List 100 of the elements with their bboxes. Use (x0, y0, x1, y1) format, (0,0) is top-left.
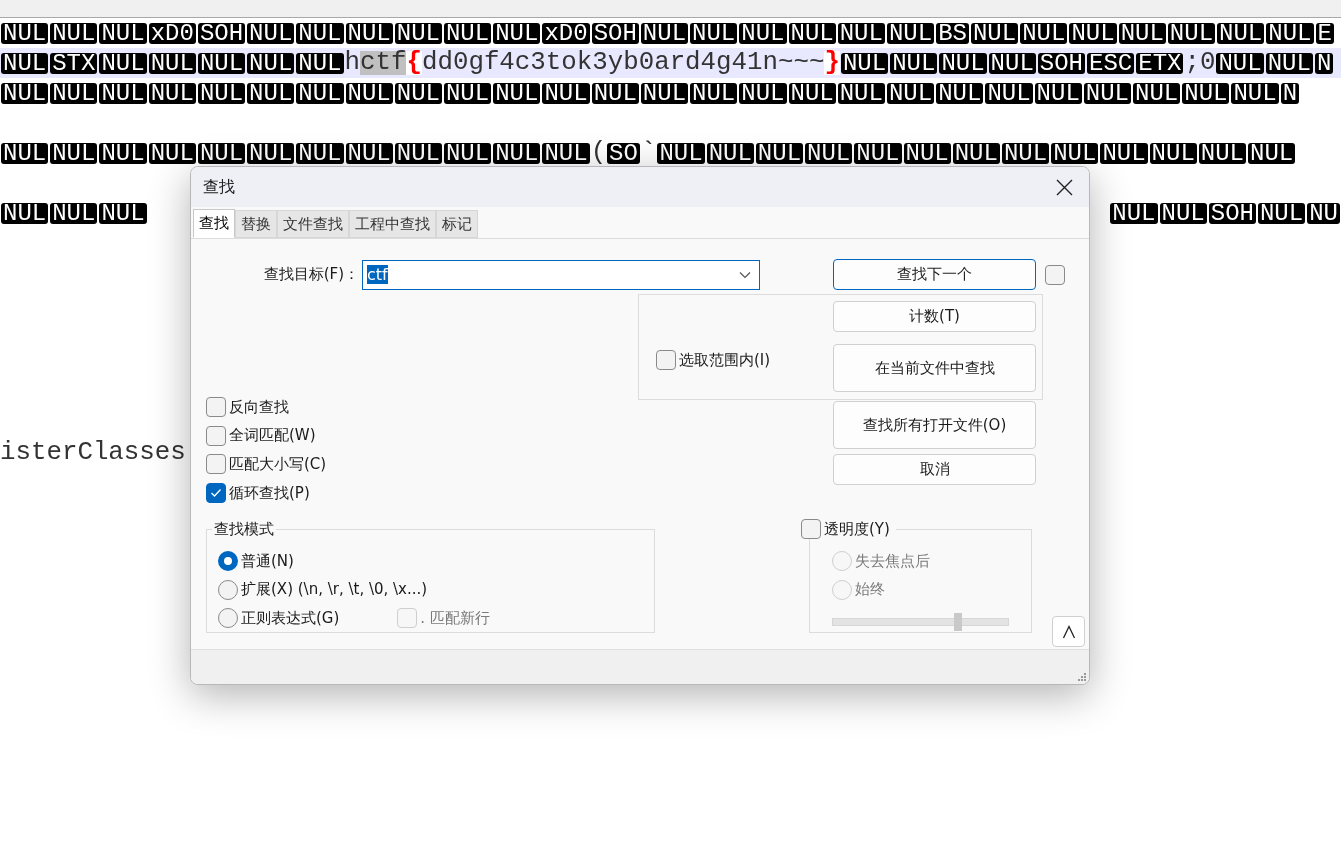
control-char: NUL (1159, 202, 1207, 224)
code-text: ( (590, 141, 607, 165)
checkbox[interactable] (801, 519, 821, 540)
control-char: NUL (345, 142, 393, 164)
control-char: NUL (443, 22, 492, 44)
control-char: NUL (657, 142, 705, 164)
control-char: N (1280, 82, 1300, 104)
control-char: NUL (296, 52, 344, 74)
tab[interactable]: 工程中查找 (349, 210, 436, 238)
radio-button[interactable] (218, 608, 238, 629)
radio-label[interactable]: 普通(N) (241, 551, 294, 571)
chevron-down-icon[interactable] (739, 270, 751, 279)
checkbox[interactable] (656, 350, 676, 370)
checkbox[interactable] (1045, 264, 1065, 285)
search-match: ctf (360, 51, 407, 75)
find-in-current-button[interactable]: 在当前文件中查找 (833, 344, 1036, 392)
resize-grip-icon[interactable] (1077, 672, 1087, 682)
control-char: ESC (1087, 52, 1135, 74)
checkbox-label[interactable]: 选取范围内(I) (679, 350, 771, 370)
control-char: NUL (1198, 142, 1247, 164)
control-char: NUL (1, 82, 49, 104)
checkbox[interactable] (206, 454, 226, 475)
tab[interactable]: 替换 (235, 210, 277, 238)
control-char: NUL (886, 22, 935, 44)
control-char: NUL (591, 82, 639, 104)
radio-label[interactable]: 扩展(X) (\n, \r, \t, \0, \x...) (241, 580, 428, 600)
checkbox[interactable] (206, 483, 226, 504)
code-text: dd0gf4c3tok3yb0ard4g41n~~~ (421, 51, 825, 75)
control-char: NUL (50, 142, 98, 164)
slider-thumb[interactable] (953, 613, 962, 632)
control-char: NUL (99, 22, 147, 44)
control-char: NUL (739, 82, 787, 104)
count-button[interactable]: 计数(T) (833, 301, 1036, 332)
radio-label[interactable]: 正则表达式(G) (241, 608, 340, 628)
control-char: NUL (788, 82, 836, 104)
control-char: NUL (1167, 22, 1216, 44)
control-char: NUL (493, 22, 541, 44)
control-char: NUL (247, 52, 295, 74)
control-char: NUL (837, 22, 885, 44)
control-char: NUL (1266, 22, 1314, 44)
control-char: NUL (1149, 142, 1197, 164)
radio-button[interactable] (218, 551, 238, 572)
control-char: NUL (640, 22, 689, 44)
code-text: h (344, 51, 360, 75)
tab[interactable]: 查找 (193, 209, 235, 238)
control-char: NUL (1069, 22, 1117, 44)
control-char: NUL (706, 142, 754, 164)
checkbox-label[interactable]: 循环查找(P) (229, 483, 310, 503)
check-icon (210, 488, 222, 499)
control-char: E (1315, 22, 1334, 44)
checkbox[interactable] (206, 397, 226, 417)
window-title: 查找 (203, 176, 235, 198)
code-text: isterClasses (0, 441, 186, 465)
control-char: NUL (99, 82, 147, 104)
control-char: NUL (854, 142, 902, 164)
find-all-open-button[interactable]: 查找所有打开文件(O) (833, 401, 1036, 449)
control-char: NUL (1248, 142, 1296, 164)
control-char: NUL (1265, 52, 1313, 74)
control-char: NUL (952, 142, 1000, 164)
control-char: NUL (1, 202, 49, 224)
cancel-button[interactable]: 取消 (833, 454, 1036, 485)
search-field[interactable]: ctf (362, 259, 760, 290)
control-char: SOH (591, 22, 639, 44)
control-char: NUL (345, 82, 393, 104)
control-char: NUL (148, 142, 196, 164)
tab[interactable]: 文件查找 (277, 210, 349, 238)
find-next-button[interactable]: 查找下一个 (833, 259, 1036, 290)
radio-button[interactable] (218, 579, 238, 600)
checkbox[interactable] (206, 425, 226, 446)
control-char: NUL (755, 142, 804, 164)
control-char: NUL (640, 82, 689, 104)
control-char: NUL (788, 22, 836, 44)
control-char: NUL (542, 142, 590, 164)
collapse-button[interactable] (1052, 616, 1085, 648)
control-char: NUL (247, 82, 295, 104)
slider[interactable] (832, 613, 1009, 632)
control-char: NUL (837, 82, 885, 104)
control-char: xD0 (148, 22, 196, 44)
checkbox-label[interactable]: 匹配大小写(C) (229, 454, 327, 474)
control-char: NUL (99, 202, 147, 224)
control-char: NUL (99, 52, 147, 74)
control-char: NUL (394, 82, 442, 104)
checkbox-label[interactable]: 全词匹配(W) (229, 426, 316, 446)
control-char: NUL (1, 52, 49, 74)
tab[interactable]: 标记 (436, 210, 478, 238)
control-char: NUL (690, 22, 738, 44)
checkbox-label[interactable]: 反向查找 (229, 397, 289, 417)
control-char: NUL (99, 142, 147, 164)
close-icon[interactable] (1056, 178, 1073, 196)
radio-label[interactable]: 始终 (855, 580, 885, 600)
control-char: SOH (1208, 202, 1256, 224)
control-char: NUL (936, 82, 984, 104)
control-char: NUL (197, 142, 246, 164)
control-char: BS (936, 22, 969, 44)
control-char: NUL (690, 82, 738, 104)
radio-label[interactable]: 失去焦点后 (855, 551, 930, 571)
control-char: NUL (1257, 202, 1306, 224)
control-char: NUL (1051, 142, 1099, 164)
control-char: ETX (1136, 52, 1184, 74)
control-char: NUL (1100, 142, 1148, 164)
